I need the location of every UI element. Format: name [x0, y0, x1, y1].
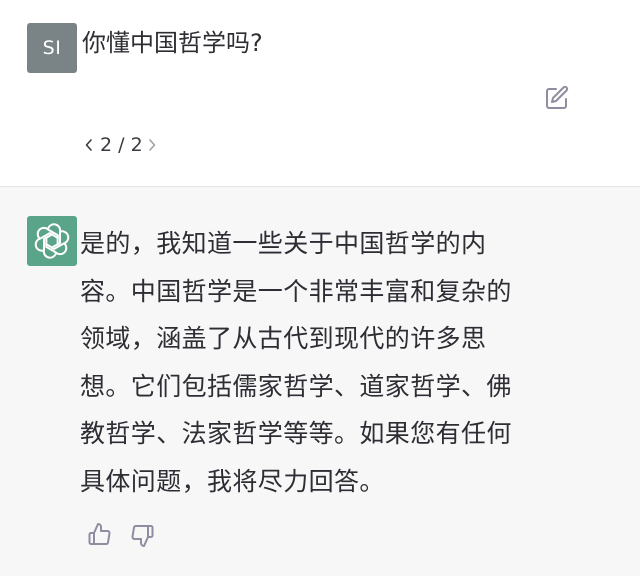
thumbs-up-icon [88, 523, 111, 545]
thumbs-down-button[interactable] [128, 521, 156, 549]
assistant-message-line: 容。中国哲学是一个非常丰富和复杂的 [80, 276, 512, 306]
user-message-block: SI 你懂中国哲学吗? 2 / 2 [0, 0, 640, 186]
next-response-button[interactable] [147, 136, 159, 154]
assistant-message-block: 是的，我知道一些关于中国哲学的内 容。中国哲学是一个非常丰富和复杂的 领域，涵盖… [0, 187, 640, 576]
assistant-avatar [27, 216, 77, 266]
edit-icon [546, 85, 569, 109]
thumbs-down-icon [131, 525, 154, 547]
assistant-message-line: 是的，我知道一些关于中国哲学的内 [80, 229, 487, 258]
previous-response-button[interactable] [84, 136, 96, 154]
openai-logo-icon [34, 223, 70, 259]
pager-text: 2 / 2 [100, 134, 143, 156]
response-pager: 2 / 2 [84, 133, 159, 157]
thumbs-up-button[interactable] [86, 521, 114, 549]
assistant-message-line: 领域，涵盖了从古代到现代的许多思 [80, 324, 487, 353]
feedback-buttons [86, 521, 156, 549]
chevron-left-icon [85, 139, 92, 151]
chevron-right-icon [148, 139, 155, 151]
assistant-message-line: 想。它们包括儒家哲学、道家哲学、佛 [80, 371, 512, 401]
user-avatar: SI [27, 23, 77, 73]
user-message-text: 你懂中国哲学吗? [82, 29, 263, 57]
assistant-message-line: 教哲学、法家哲学等等。如果您有任何 [80, 419, 512, 448]
assistant-message-line: 具体问题，我将尽力回答。 [80, 466, 385, 496]
user-avatar-initials: SI [42, 37, 62, 59]
edit-button[interactable] [543, 84, 571, 112]
assistant-message-text: 是的，我知道一些关于中国哲学的内 容。中国哲学是一个非常丰富和复杂的 领域，涵盖… [80, 220, 570, 505]
